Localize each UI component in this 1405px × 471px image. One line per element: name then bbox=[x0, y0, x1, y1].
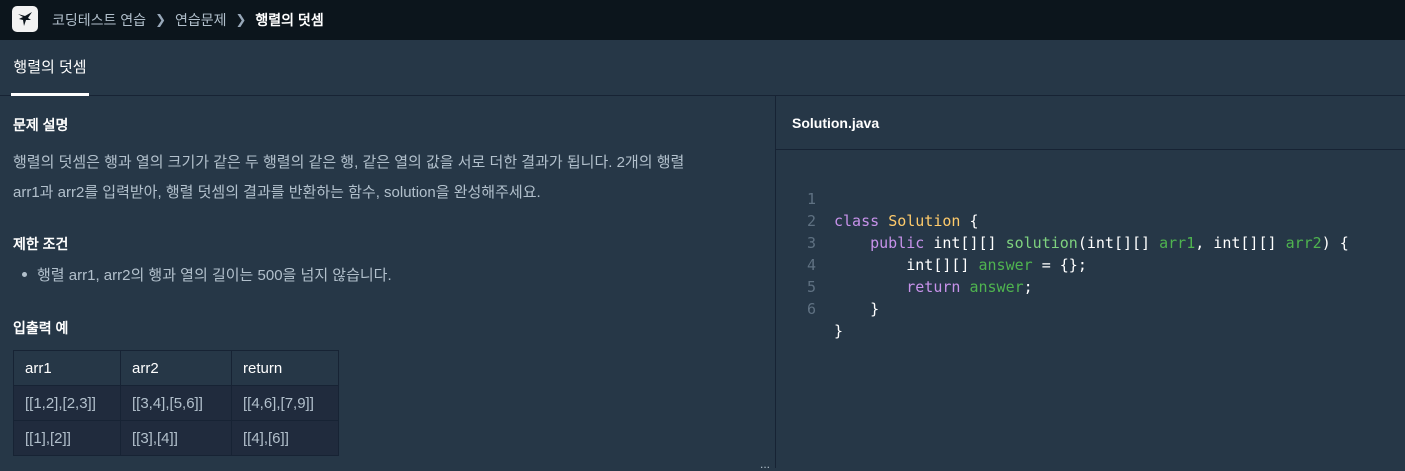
code-punct: } bbox=[834, 322, 844, 340]
table-header-cell: arr2 bbox=[120, 350, 232, 386]
tab-bar: 행렬의 덧셈 bbox=[0, 40, 1405, 96]
code-line: 1 class Solution { bbox=[776, 166, 979, 230]
code-punct: ; bbox=[1023, 278, 1033, 296]
code-punct: { bbox=[960, 212, 979, 230]
code-punct: , int[][] bbox=[1195, 234, 1286, 252]
code-line: 2 public int[][] solution(int[][] arr1, … bbox=[776, 188, 1349, 252]
code-text: } bbox=[834, 298, 879, 320]
code-punct: (int[][] bbox=[1077, 234, 1160, 252]
keyword: public bbox=[870, 234, 925, 252]
table-row: [[1,2],[2,3]] [[3,4],[5,6]] [[4,6],[7,9]… bbox=[13, 385, 339, 421]
editor-panel: Solution.java 1 class Solution { 2 publi… bbox=[776, 96, 1405, 468]
table-cell: [[3,4],[5,6]] bbox=[120, 385, 232, 421]
breadcrumb-item-practice[interactable]: 연습문제 bbox=[175, 10, 227, 30]
breadcrumb-current: 행렬의 덧셈 bbox=[255, 12, 324, 28]
more-content-indicator: ... bbox=[760, 457, 771, 471]
table-header-row: arr1 arr2 return bbox=[13, 350, 339, 386]
variable-name: answer bbox=[978, 256, 1033, 274]
code-text: class Solution { bbox=[834, 210, 979, 232]
io-example-heading: 입출력 예 bbox=[13, 320, 69, 336]
table-cell: [[1],[2]] bbox=[13, 420, 121, 456]
code-punct: } bbox=[870, 300, 880, 318]
description-heading: 문제 설명 bbox=[13, 117, 69, 133]
keyword: return bbox=[906, 278, 961, 296]
chevron-right-icon: ❯ bbox=[155, 12, 166, 27]
problem-panel: 문제 설명 행렬의 덧셈은 행과 열의 크기가 같은 두 행렬의 같은 행, 같… bbox=[0, 96, 775, 468]
constraints-heading: 제한 조건 bbox=[13, 236, 69, 252]
code-line: 3 int[][] answer = {}; bbox=[776, 210, 1087, 274]
code-text: } bbox=[834, 320, 843, 342]
description-line-1: 행렬의 덧셈은 행과 열의 크기가 같은 두 행렬의 같은 행, 같은 열의 값… bbox=[13, 154, 685, 171]
top-navigation-bar: 코딩테스트 연습 ❯ 연습문제 ❯ 행렬의 덧셈 bbox=[0, 0, 1405, 40]
code-punct: = {}; bbox=[1032, 256, 1087, 274]
code-text: return answer; bbox=[834, 276, 1033, 298]
io-example-table: arr1 arr2 return [[1,2],[2,3]] [[3,4],[5… bbox=[13, 350, 339, 456]
table-cell: [[4,6],[7,9]] bbox=[231, 385, 339, 421]
tab-problem[interactable]: 행렬의 덧셈 bbox=[11, 40, 89, 96]
code-editor[interactable]: 1 class Solution { 2 public int[][] solu… bbox=[776, 151, 1405, 468]
file-name: Solution.java bbox=[776, 96, 1405, 150]
line-number: 6 bbox=[806, 300, 816, 318]
table-cell: [[3],[4]] bbox=[120, 420, 232, 456]
class-name: Solution bbox=[888, 212, 961, 230]
breadcrumb-item-coding-test[interactable]: 코딩테스트 연습 bbox=[52, 10, 146, 30]
bullet-icon bbox=[22, 272, 27, 277]
description-line-2: arr1과 arr2를 입력받아, 행렬 덧셈의 결과를 반환하는 함수, so… bbox=[13, 184, 541, 201]
breadcrumb: 코딩테스트 연습 ❯ 연습문제 ❯ 행렬의 덧셈 bbox=[52, 0, 324, 40]
chevron-right-icon: ❯ bbox=[235, 12, 247, 27]
table-header-cell: return bbox=[231, 350, 339, 386]
code-line: 6 } bbox=[776, 276, 843, 340]
table-cell: [[4],[6]] bbox=[231, 420, 339, 456]
keyword: class bbox=[834, 212, 880, 230]
param-name: arr2 bbox=[1285, 234, 1322, 252]
code-line: 4 return answer; bbox=[776, 232, 1033, 296]
constraint-item: 행렬 arr1, arr2의 행과 열의 길이는 500을 넘지 않습니다. bbox=[22, 264, 392, 285]
code-line: 5 } bbox=[776, 254, 879, 318]
function-name: solution bbox=[1005, 234, 1078, 252]
table-row: [[1],[2]] [[3],[4]] [[4],[6]] bbox=[13, 420, 339, 456]
table-header-cell: arr1 bbox=[13, 350, 121, 386]
logo-icon[interactable] bbox=[12, 6, 38, 32]
constraint-text: 행렬 arr1, arr2의 행과 열의 길이는 500을 넘지 않습니다. bbox=[37, 267, 392, 284]
code-text: int[][] answer = {}; bbox=[834, 254, 1087, 276]
table-cell: [[1,2],[2,3]] bbox=[13, 385, 121, 421]
code-type: int[][] bbox=[906, 256, 979, 274]
code-punct: ) { bbox=[1321, 234, 1349, 252]
variable-name: answer bbox=[969, 278, 1024, 296]
param-name: arr1 bbox=[1159, 234, 1196, 252]
code-text: public int[][] solution(int[][] arr1, in… bbox=[834, 232, 1349, 254]
code-type: int[][] bbox=[924, 234, 1006, 252]
